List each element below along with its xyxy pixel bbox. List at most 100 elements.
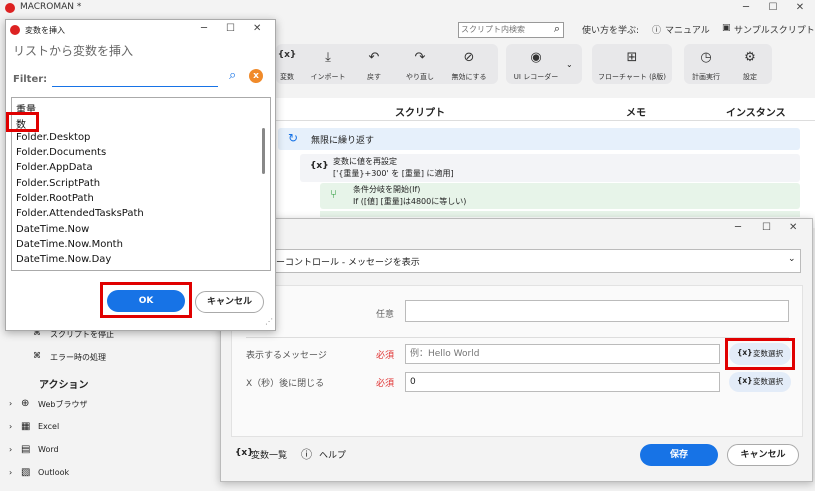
cancel-button[interactable]: キャンセル — [727, 444, 799, 466]
var-list-link[interactable]: 変数一覧 — [251, 448, 287, 461]
search-input[interactable] — [461, 23, 541, 36]
maximize-icon[interactable]: ☐ — [226, 23, 235, 34]
word-icon: ▤ — [21, 444, 31, 455]
recorder-label: UI レコーダー — [513, 73, 559, 81]
palette-item-word[interactable]: Word — [38, 445, 59, 454]
help-circle-icon: ⓘ — [652, 26, 662, 36]
list-item[interactable]: DateTime.Now.Day — [16, 254, 111, 265]
save-button[interactable]: 保存 — [640, 444, 718, 466]
list-item[interactable]: Folder.Documents — [16, 147, 106, 158]
schedule-label: 計画実行 — [692, 73, 720, 81]
maximize-icon[interactable]: ☐ — [760, 1, 786, 15]
script-row-detail: ['{重量}+300' を [重量] に適用] — [333, 169, 454, 178]
column-instance: インスタンス — [726, 108, 786, 119]
import-button[interactable]: ⤓ インポート — [306, 44, 350, 84]
chevron-right-icon[interactable]: › — [9, 445, 12, 454]
message-input[interactable] — [405, 344, 720, 364]
var-select-label: 変数選択 — [753, 377, 783, 386]
action-type-select[interactable]: ーコントロール - メッセージを表示 ⌄ — [231, 249, 801, 273]
section-divider — [246, 337, 789, 338]
filter-input[interactable] — [52, 70, 218, 87]
column-memo: メモ — [626, 108, 646, 119]
schedule-button[interactable]: ◷ 計画実行 — [684, 44, 728, 84]
recorder-button[interactable]: ◉ ⌄ UI レコーダー — [506, 44, 582, 84]
list-item[interactable]: Folder.ScriptPath — [16, 178, 100, 189]
samples-link[interactable]: サンプルスクリプト — [734, 23, 815, 36]
chevron-down-icon: ⌄ — [788, 254, 796, 264]
list-item[interactable]: Folder.AttendedTasksPath — [16, 208, 144, 219]
highlight-box — [725, 338, 795, 370]
list-item[interactable]: DateTime.Now.Month — [16, 239, 123, 250]
script-search[interactable]: ⌕ — [458, 22, 564, 38]
close-after-input[interactable]: 0 — [405, 372, 720, 392]
vars-button[interactable]: {x} 変数 — [276, 44, 298, 84]
download-icon: ⤓ — [325, 50, 331, 65]
chevron-right-icon[interactable]: › — [9, 422, 12, 431]
optional-tag: 任意 — [376, 310, 395, 320]
record-icon: ◉ — [530, 50, 542, 65]
minimize-icon[interactable]: ─ — [201, 23, 207, 34]
list-item[interactable]: DateTime.Now — [16, 224, 89, 235]
settings-label: 設定 — [743, 73, 757, 81]
clear-filter-icon[interactable]: x — [249, 69, 263, 83]
required-tag: 必須 — [376, 379, 395, 389]
resize-grip-icon[interactable]: ⋰ — [265, 317, 273, 326]
search-icon[interactable]: ⌕ — [554, 22, 560, 36]
flowchart-icon: ⊞ — [626, 50, 638, 65]
palette-item-on-error[interactable]: エラー時の処理 — [50, 352, 106, 363]
cancel-button[interactable]: キャンセル — [195, 291, 264, 313]
list-item[interactable]: Folder.RootPath — [16, 193, 94, 204]
script-row-set-variable[interactable]: {x} 変数に値を再設定 ['{重量}+300' を [重量] に適用] — [300, 154, 800, 182]
action-type-value: ーコントロール - メッセージを表示 — [276, 258, 420, 268]
help-link[interactable]: ヘルプ — [319, 448, 346, 461]
script-row-title: 条件分岐を開始(If) — [353, 185, 421, 194]
list-item[interactable]: Folder.AppData — [16, 162, 93, 173]
optional-field[interactable] — [405, 300, 789, 322]
chevron-right-icon[interactable]: › — [9, 399, 12, 408]
dialog-heading: リストから変数を挿入 — [13, 44, 134, 58]
undo-icon: ↶ — [368, 50, 380, 65]
close-icon[interactable]: ✕ — [253, 23, 261, 34]
list-item[interactable]: Folder.Desktop — [16, 132, 90, 143]
script-row-title: 変数に値を再設定 — [333, 157, 397, 166]
palette-item-outlook[interactable]: Outlook — [38, 468, 69, 477]
dialog-title: 変数を挿入 — [25, 26, 65, 35]
redo-icon: ↷ — [414, 50, 426, 65]
settings-button[interactable]: ⚙ 設定 — [728, 44, 772, 84]
disable-button[interactable]: ⊘ 無効にする — [446, 44, 492, 84]
close-after-var-select-button[interactable]: {x} 変数選択 — [729, 372, 791, 392]
parameter-panel: 任意 表示するメッセージ 必須 {x} 変数選択 X（秒）後に閉じる 必須 0 … — [231, 285, 803, 437]
help-circle-icon[interactable]: ⓘ — [301, 446, 312, 462]
list-scrollbar[interactable] — [262, 128, 265, 174]
filter-label: Filter: — [13, 74, 48, 85]
disable-label: 無効にする — [451, 73, 487, 81]
maximize-icon[interactable]: ☐ — [762, 222, 771, 233]
flowchart-button[interactable]: ⊞ フローチャート (β版) — [592, 44, 672, 84]
manual-link[interactable]: マニュアル — [665, 23, 710, 36]
script-row-if[interactable]: ⑂ 条件分岐を開始(If) If ([値] [重量]は4800に等しい) — [320, 183, 800, 209]
gear-icon: ⚙ — [744, 50, 756, 65]
app-logo-icon — [10, 25, 20, 35]
insert-variable-dialog: 変数を挿入 ─ ☐ ✕ リストから変数を挿入 Filter: ⌕ x 重量 数 … — [5, 19, 276, 331]
palette-item-excel[interactable]: Excel — [38, 422, 59, 431]
minimize-icon[interactable]: ─ — [735, 222, 741, 233]
app-title: MACROMAN * — [20, 2, 82, 12]
braces-x-icon: {x} — [737, 376, 753, 385]
action-palette: ⌘ スクリプトを停止 ⌘ エラー時の処理 アクション › ⊕ Webブラウザ ›… — [0, 320, 220, 491]
minimize-icon[interactable]: ─ — [733, 1, 759, 15]
disable-icon: ⊘ — [463, 50, 475, 65]
toolbar-group-edit: {x} 変数 ⤓ インポート ↶ 戻す ↷ やり直し ⊘ 無効にする — [276, 44, 498, 84]
close-icon[interactable]: ✕ — [787, 1, 813, 15]
palette-item-web-browser[interactable]: Webブラウザ — [38, 399, 87, 410]
chevron-right-icon[interactable]: › — [9, 468, 12, 477]
action-dialog: 加 ─ ☐ ✕ ーコントロール - メッセージを表示 ⌄ 任意 表示するメッセー… — [220, 218, 813, 482]
undo-button[interactable]: ↶ 戻す — [356, 44, 392, 84]
search-icon[interactable]: ⌕ — [229, 68, 236, 83]
script-row-loop[interactable]: ↻ 無限に繰り返す — [278, 128, 800, 150]
highlight-box — [100, 282, 192, 318]
redo-button[interactable]: ↷ やり直し — [400, 44, 440, 84]
variable-list[interactable]: 重量 数 Folder.Desktop Folder.Documents Fol… — [11, 97, 271, 271]
close-icon[interactable]: ✕ — [789, 222, 797, 233]
chevron-down-icon[interactable]: ⌄ — [566, 60, 573, 69]
script-row-partial — [320, 211, 800, 217]
